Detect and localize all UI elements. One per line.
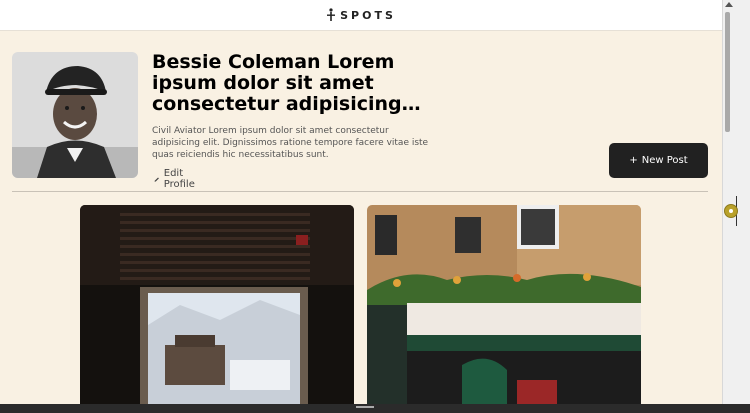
edit-profile-button[interactable]: Edit Profile bbox=[154, 168, 198, 190]
card-image bbox=[80, 205, 354, 405]
pencil-icon bbox=[154, 176, 159, 182]
divider bbox=[12, 191, 708, 192]
bottom-grip[interactable] bbox=[356, 406, 374, 408]
card-restaurant[interactable] bbox=[367, 205, 641, 405]
edit-profile-label: Edit Profile bbox=[163, 168, 195, 190]
card-image bbox=[367, 205, 641, 405]
new-post-button[interactable]: + New Post bbox=[609, 143, 708, 178]
logo-icon bbox=[327, 8, 336, 21]
card-window-view[interactable] bbox=[80, 205, 354, 405]
new-post-label: New Post bbox=[641, 155, 688, 166]
profile-name: Bessie Coleman Lorem ipsum dolor sit ame… bbox=[152, 52, 402, 115]
avatar bbox=[12, 52, 138, 178]
site-header: SPOTS bbox=[0, 0, 722, 31]
profile-description: Civil Aviator Lorem ipsum dolor sit amet… bbox=[152, 126, 429, 160]
scroll-up-arrow-icon[interactable] bbox=[725, 2, 733, 7]
bottom-bar bbox=[0, 404, 750, 413]
resize-handle[interactable] bbox=[724, 204, 738, 218]
logo-text: SPOTS bbox=[340, 8, 396, 22]
plus-icon: + bbox=[629, 155, 638, 166]
logo[interactable]: SPOTS bbox=[326, 8, 396, 22]
scrollbar-thumb[interactable] bbox=[725, 12, 730, 132]
